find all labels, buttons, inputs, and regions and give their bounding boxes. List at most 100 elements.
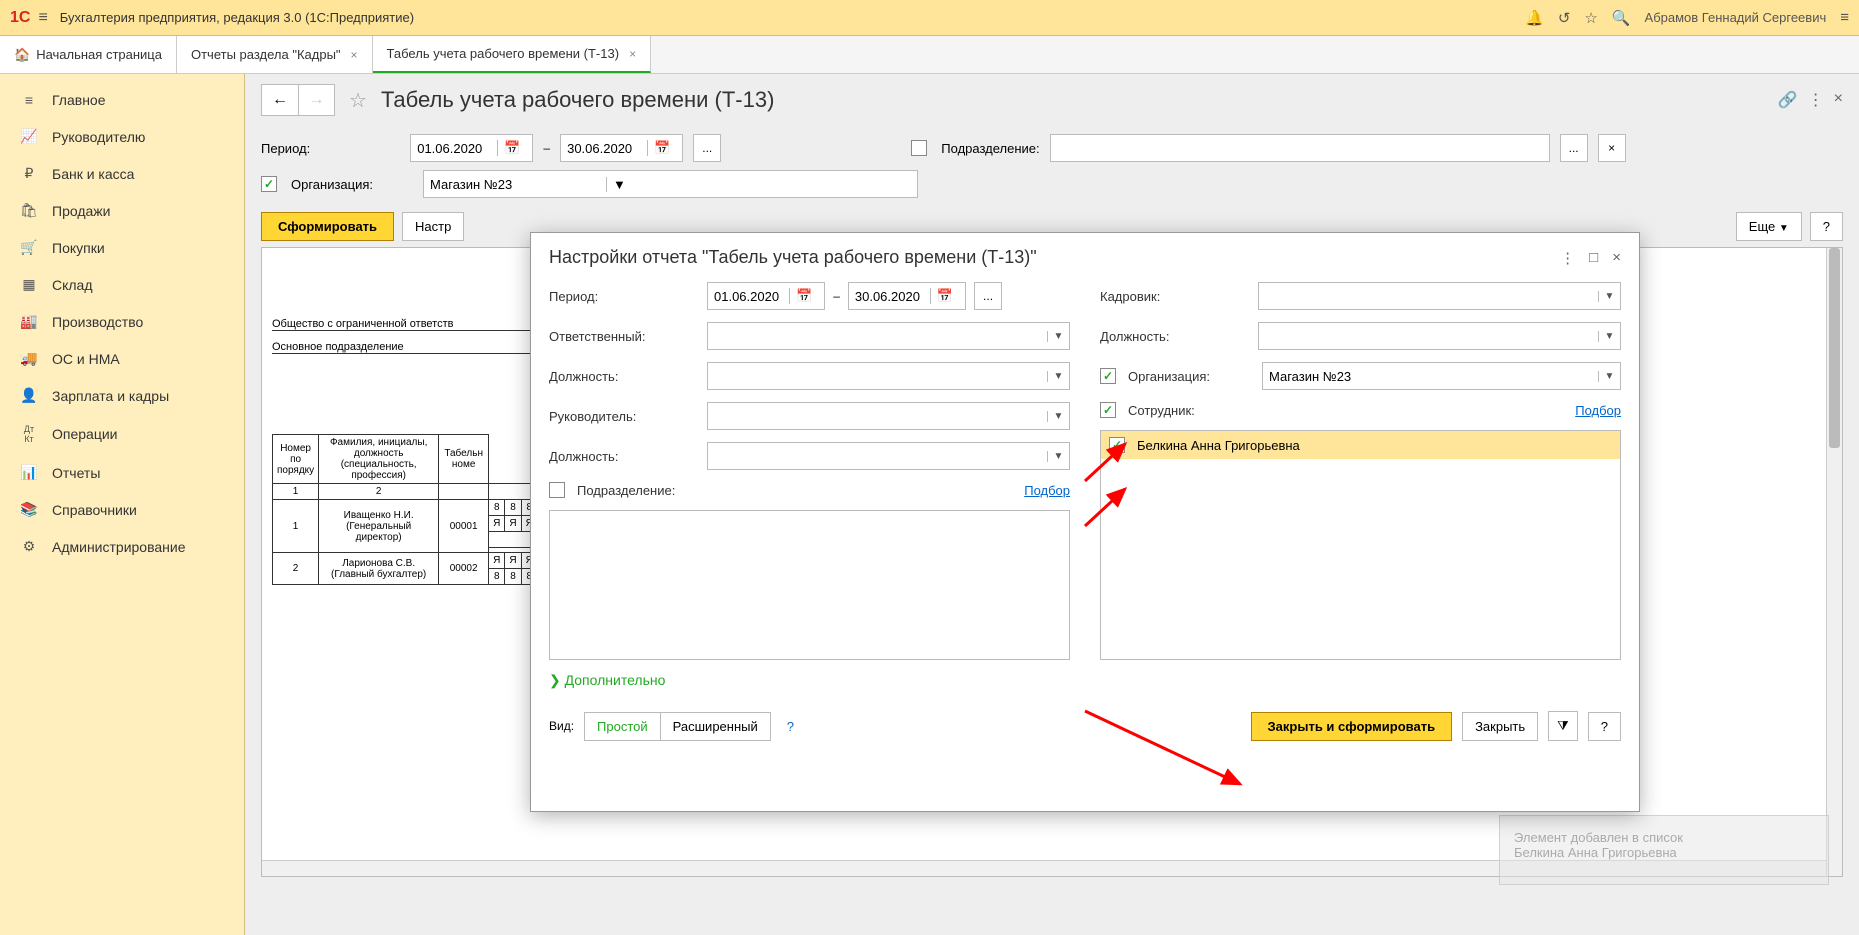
date-from-input[interactable]: 📅	[410, 134, 533, 162]
calendar-icon[interactable]: 📅	[497, 140, 526, 156]
more-button[interactable]: Еще ▼	[1736, 212, 1802, 241]
dlg-date-to[interactable]: 📅	[848, 282, 966, 310]
date-to-field[interactable]	[567, 141, 647, 156]
link-icon[interactable]: 🔗	[1778, 90, 1798, 110]
manager-field[interactable]	[708, 409, 1047, 424]
org-input[interactable]: ▼	[423, 170, 918, 198]
hr-field[interactable]	[1259, 289, 1598, 304]
period-picker-button[interactable]: ...	[693, 134, 721, 162]
sidebar-item-bank[interactable]: ₽Банк и касса	[0, 155, 244, 192]
calendar-icon[interactable]: 📅	[789, 288, 818, 304]
dlg-date-from[interactable]: 📅	[707, 282, 825, 310]
hr-input[interactable]: ▼	[1258, 282, 1621, 310]
employee-listbox[interactable]: Белкина Анна Григорьевна	[1100, 430, 1621, 660]
dlg-date-from-field[interactable]	[714, 289, 789, 304]
org-input[interactable]: ▼	[1262, 362, 1621, 390]
chevron-down-icon[interactable]: ▼	[1598, 371, 1620, 382]
close-button[interactable]: Закрыть	[1462, 712, 1538, 741]
chevron-down-icon[interactable]: ▼	[606, 177, 632, 192]
notification-toast[interactable]: Элемент добавлен в список Белкина Анна Г…	[1499, 815, 1829, 885]
filter-icon-button[interactable]: ⧩	[1548, 711, 1578, 741]
select-employee-link[interactable]: Подбор	[1575, 403, 1621, 418]
org-checkbox[interactable]	[1100, 368, 1116, 384]
bell-icon[interactable]: 🔔	[1525, 9, 1544, 27]
calendar-icon[interactable]: 📅	[930, 288, 959, 304]
org-field[interactable]	[430, 177, 606, 192]
dept-dots-button[interactable]: ...	[1560, 134, 1588, 162]
dept-listbox[interactable]	[549, 510, 1070, 660]
dept-checkbox[interactable]	[911, 140, 927, 156]
responsible-field[interactable]	[708, 329, 1047, 344]
sidebar-item-sales[interactable]: 🛍Продажи	[0, 192, 244, 229]
view-simple[interactable]: Простой	[585, 713, 660, 740]
position3-field[interactable]	[1259, 329, 1598, 344]
sidebar-item-production[interactable]: 🏭Производство	[0, 303, 244, 340]
sidebar-item-operations[interactable]: Дт КтОперации	[0, 414, 244, 454]
dialog-more-icon[interactable]: ⋮	[1560, 249, 1575, 267]
chevron-down-icon[interactable]: ▼	[1047, 371, 1069, 382]
employee-row-checkbox[interactable]	[1109, 437, 1125, 453]
nav-forward[interactable]: →	[298, 85, 334, 115]
view-help-link[interactable]: ?	[787, 719, 794, 734]
date-to-input[interactable]: 📅	[560, 134, 683, 162]
select-dept-link[interactable]: Подбор	[1024, 483, 1070, 498]
search-icon[interactable]: 🔍	[1612, 9, 1631, 27]
dept-input[interactable]	[1050, 134, 1550, 162]
chevron-down-icon[interactable]: ▼	[1047, 411, 1069, 422]
help-button[interactable]: ?	[1810, 212, 1843, 241]
tab-reports[interactable]: Отчеты раздела "Кадры" ×	[177, 36, 373, 73]
dept-field[interactable]	[1057, 141, 1233, 156]
favorite-icon[interactable]: ☆	[349, 88, 367, 113]
org-field[interactable]	[1263, 369, 1598, 384]
dialog-help-button[interactable]: ?	[1588, 712, 1621, 741]
settings-button[interactable]: Настр	[402, 212, 464, 241]
more-icon[interactable]: ⋮	[1808, 90, 1824, 110]
sidebar-item-salary[interactable]: 👤Зарплата и кадры	[0, 377, 244, 414]
sidebar-item-main[interactable]: ≡Главное	[0, 82, 244, 118]
sidebar-item-purchases[interactable]: 🛒Покупки	[0, 229, 244, 266]
dialog-close-icon[interactable]: ×	[1612, 249, 1621, 267]
calendar-icon[interactable]: 📅	[647, 140, 676, 156]
position-input[interactable]: ▼	[707, 362, 1070, 390]
close-icon[interactable]: ×	[629, 47, 636, 61]
generate-button[interactable]: Сформировать	[261, 212, 394, 241]
tab-home[interactable]: 🏠 Начальная страница	[0, 36, 177, 73]
dept-checkbox[interactable]	[549, 482, 565, 498]
chevron-down-icon[interactable]: ▼	[1598, 331, 1620, 342]
manager-input[interactable]: ▼	[707, 402, 1070, 430]
dialog-maximize-icon[interactable]: □	[1589, 249, 1598, 267]
nav-back[interactable]: ←	[262, 85, 298, 115]
chevron-down-icon[interactable]: ▼	[1047, 451, 1069, 462]
chevron-down-icon[interactable]: ▼	[1047, 331, 1069, 342]
position2-field[interactable]	[708, 449, 1047, 464]
sidebar-item-manager[interactable]: 📈Руководителю	[0, 118, 244, 155]
close-and-generate-button[interactable]: Закрыть и сформировать	[1251, 712, 1453, 741]
user-menu-icon[interactable]: ≡	[1840, 9, 1849, 26]
username[interactable]: Абрамов Геннадий Сергеевич	[1645, 10, 1827, 25]
responsible-input[interactable]: ▼	[707, 322, 1070, 350]
position3-input[interactable]: ▼	[1258, 322, 1621, 350]
dlg-date-to-field[interactable]	[855, 289, 930, 304]
employee-row[interactable]: Белкина Анна Григорьевна	[1101, 431, 1620, 459]
sidebar-item-reports[interactable]: 📊Отчеты	[0, 454, 244, 491]
hamburger-icon[interactable]: ≡	[38, 9, 47, 27]
period-picker-button[interactable]: ...	[974, 282, 1002, 310]
org-checkbox[interactable]	[261, 176, 277, 192]
sidebar-item-admin[interactable]: ⚙Администрирование	[0, 528, 244, 565]
date-from-field[interactable]	[417, 141, 497, 156]
position2-input[interactable]: ▼	[707, 442, 1070, 470]
chevron-down-icon[interactable]: ▼	[1598, 291, 1620, 302]
dept-clear-button[interactable]: ×	[1598, 134, 1626, 162]
close-icon[interactable]: ×	[351, 48, 358, 62]
sidebar-item-stock[interactable]: ▦Склад	[0, 266, 244, 303]
sidebar-item-assets[interactable]: 🚚ОС и НМА	[0, 340, 244, 377]
scrollbar-vertical[interactable]	[1826, 248, 1842, 876]
history-icon[interactable]: ↺	[1558, 9, 1571, 27]
position-field[interactable]	[708, 369, 1047, 384]
tab-timesheet[interactable]: Табель учета рабочего времени (Т-13) ×	[373, 36, 652, 73]
employee-checkbox[interactable]	[1100, 402, 1116, 418]
sidebar-item-refs[interactable]: 📚Справочники	[0, 491, 244, 528]
star-icon[interactable]: ☆	[1584, 9, 1597, 27]
additional-toggle[interactable]: ❯ Дополнительно	[531, 660, 1639, 701]
close-page-icon[interactable]: ×	[1834, 90, 1843, 110]
